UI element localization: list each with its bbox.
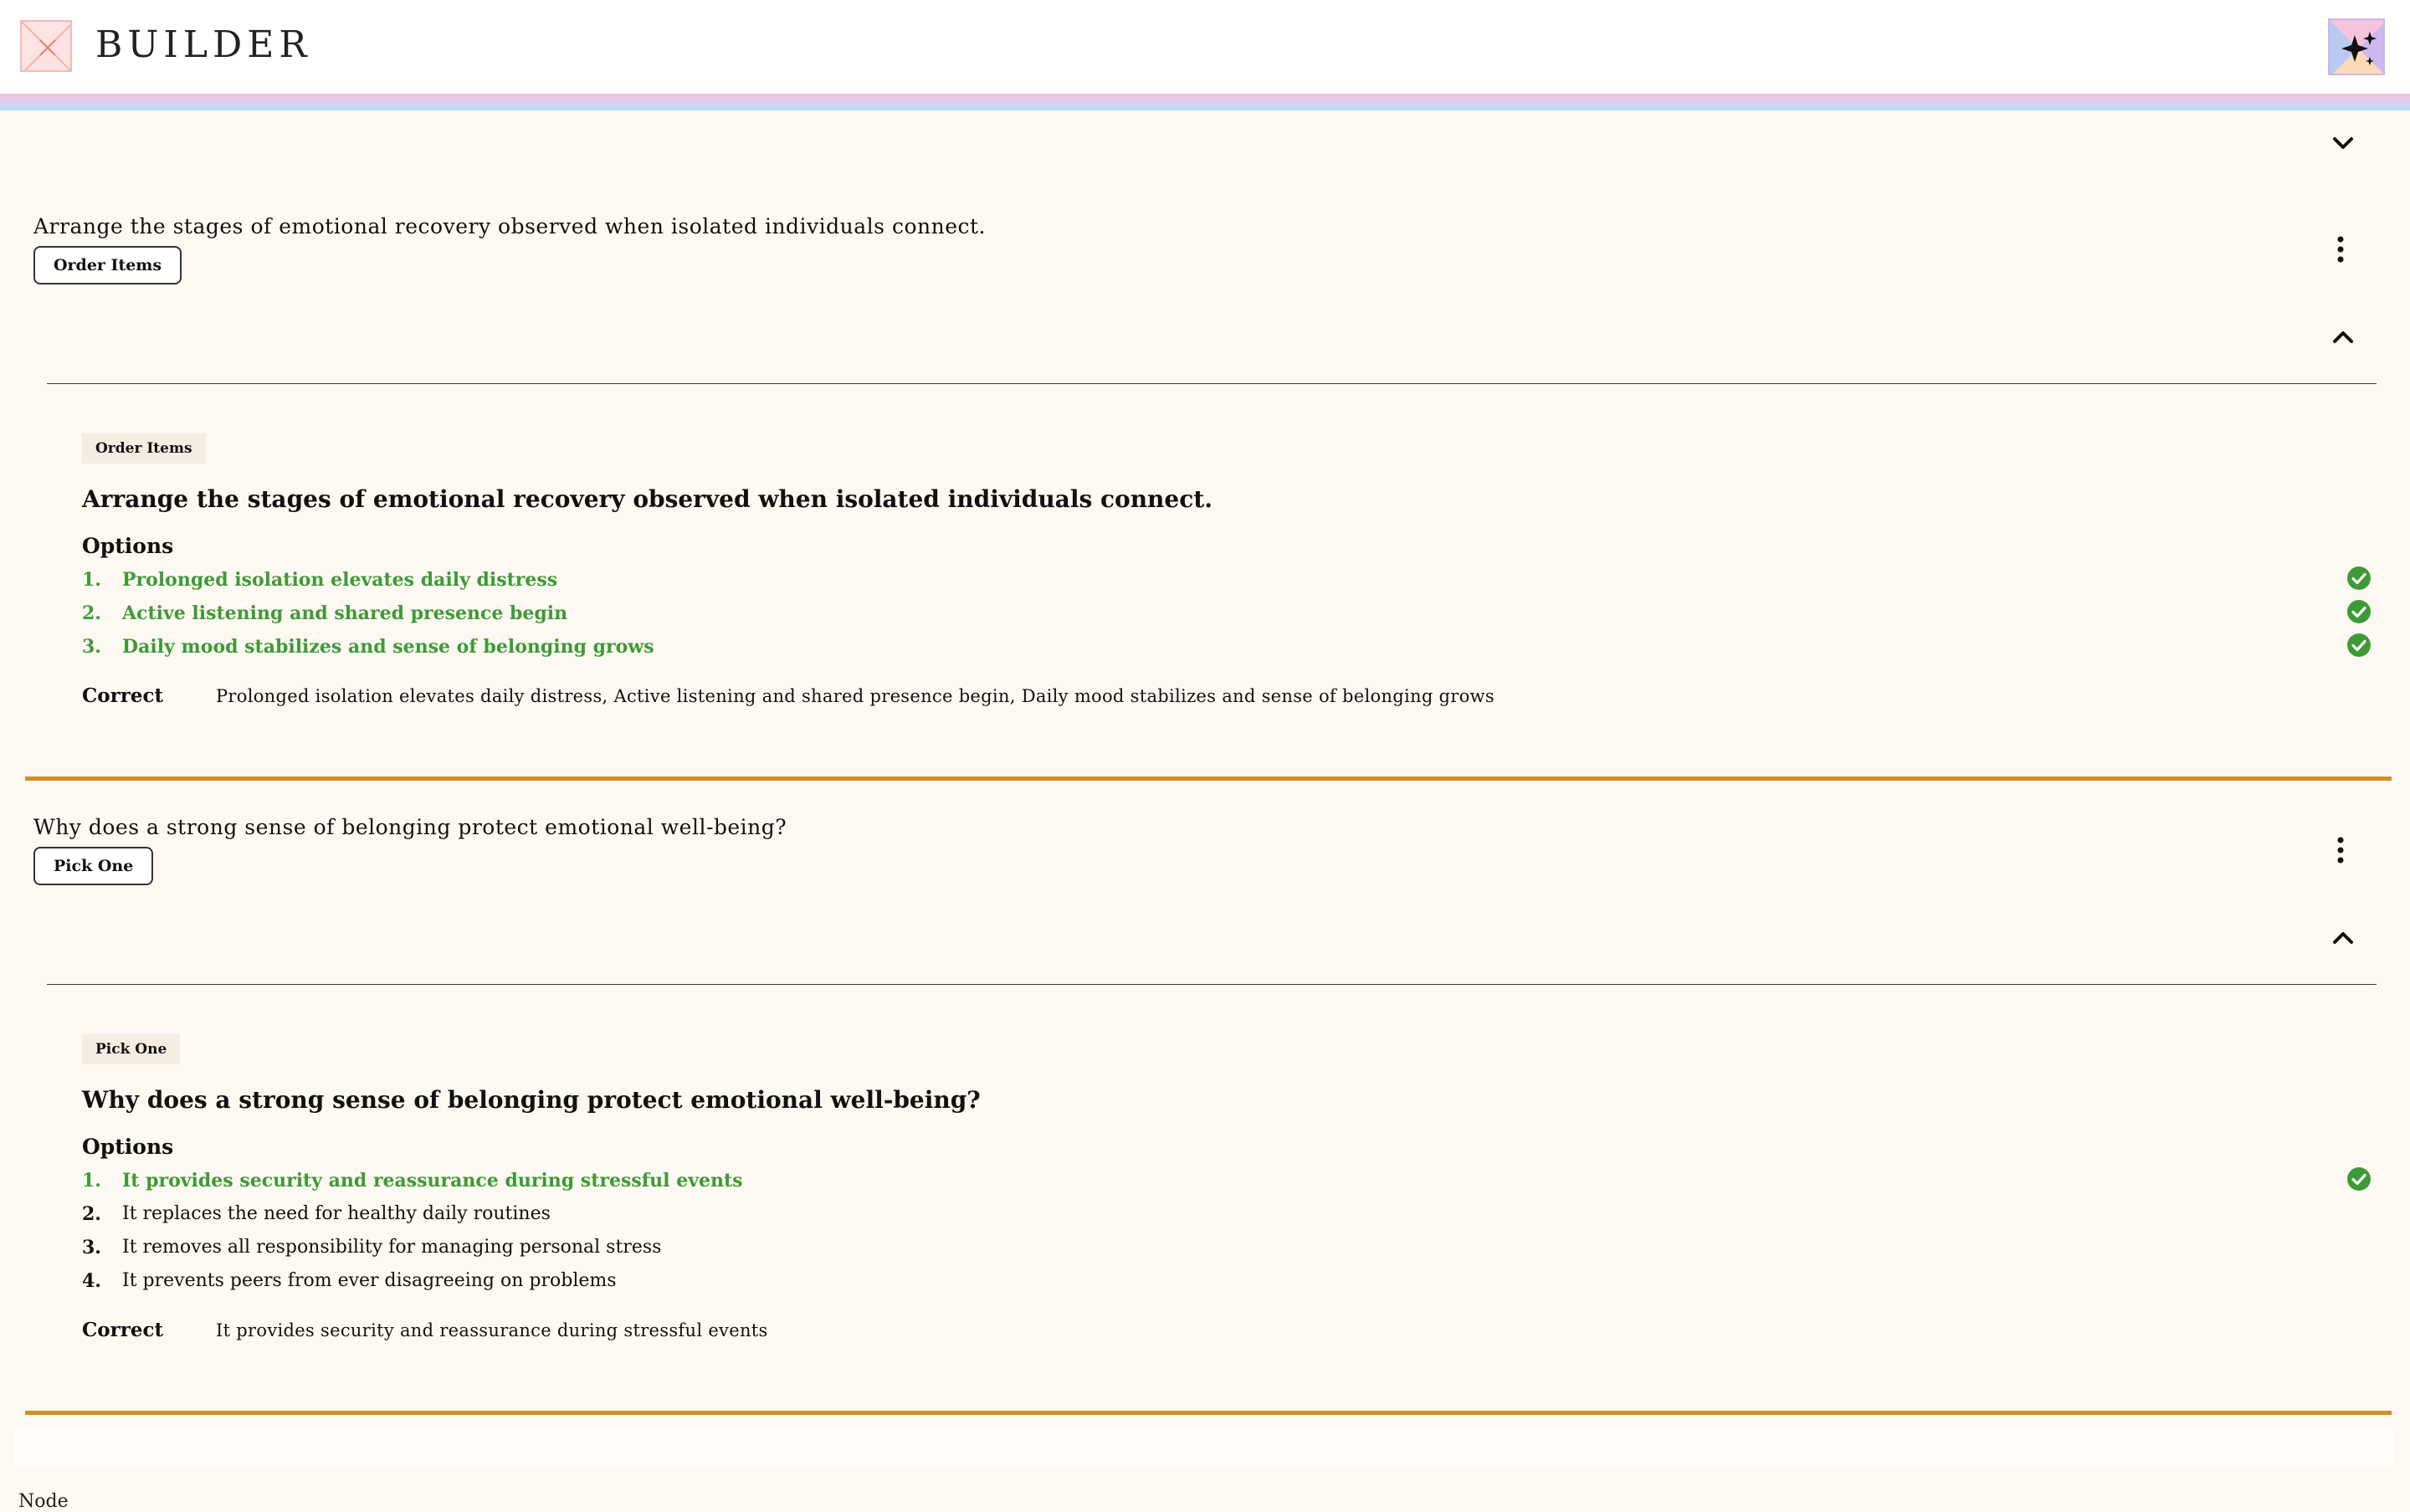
list-item: 1. Prolonged isolation elevates daily di… [82,564,2400,597]
list-item: 3. Daily mood stabilizes and sense of be… [82,631,2400,664]
question-type-chip[interactable]: Order Items [33,246,182,284]
more-options-icon[interactable] [2328,233,2353,266]
list-item: 3. It removes all responsibility for man… [82,1232,2400,1265]
check-circle-icon [2347,633,2371,657]
options-heading: Options [82,1135,174,1159]
option-text: It provides security and reassurance dur… [122,1170,743,1192]
check-circle-icon [2347,1167,2371,1191]
chevron-up-icon[interactable] [2326,920,2360,954]
footer-label: Node [18,1491,69,1512]
more-options-icon[interactable] [2328,833,2353,867]
broken-image-icon [20,20,72,72]
app-header: BUILDER [0,0,2410,94]
option-text: Daily mood stabilizes and sense of belon… [122,636,654,658]
check-circle-icon [2347,566,2371,590]
option-text: It removes all responsibility for managi… [122,1237,662,1258]
option-text: Active listening and shared presence beg… [122,602,568,624]
option-number: 3. [82,636,101,658]
stripe [0,107,2410,110]
chevron-up-icon[interactable] [2326,320,2360,353]
option-text: It replaces the need for healthy daily r… [122,1203,551,1224]
sparkles-icon[interactable] [2328,18,2385,75]
correct-answer-value: It provides security and reassurance dur… [216,1320,768,1340]
question-card: Arrange the stages of emotional recovery… [15,197,2393,781]
option-text: It prevents peers from ever disagreeing … [122,1270,617,1291]
preview-question-text: Why does a strong sense of belonging pro… [82,1086,981,1114]
divider [47,984,2377,985]
list-item: 2. It replaces the need for healthy dail… [82,1198,2400,1232]
correct-answer-value: Prolonged isolation elevates daily distr… [216,686,1495,706]
correct-label: Correct [82,684,164,707]
question-type-chip[interactable]: Pick One [33,847,154,885]
preview-type-label: Order Items [82,433,206,464]
question-prompt[interactable]: Arrange the stages of emotional recovery… [33,214,986,238]
correct-label: Correct [82,1319,164,1341]
question-prompt[interactable]: Why does a strong sense of belonging pro… [33,815,787,839]
collapsed-question-panel [15,117,2393,191]
list-item: 2. Active listening and shared presence … [82,597,2400,631]
divider [47,383,2377,384]
option-text: Prolonged isolation elevates daily distr… [122,569,558,591]
list-item: 4. It prevents peers from ever disagreei… [82,1265,2400,1299]
options-heading: Options [82,534,174,558]
option-number: 1. [82,569,101,591]
option-number: 1. [82,1170,101,1192]
option-number: 2. [82,602,101,624]
chevron-down-icon[interactable] [2326,127,2360,161]
option-number: 4. [82,1270,101,1292]
option-number: 3. [82,1237,101,1258]
list-item: 1. It provides security and reassurance … [82,1165,2400,1198]
question-separator [25,777,2392,781]
check-circle-icon [2347,600,2371,623]
question-separator [25,1411,2392,1415]
option-number: 2. [82,1203,101,1225]
brand-title: BUILDER [95,23,312,66]
preview-question-text: Arrange the stages of emotional recovery… [82,485,1213,513]
header-stripes [0,94,2410,117]
preview-type-label: Pick One [82,1034,181,1064]
add-question-area [15,1426,2393,1468]
question-card: Why does a strong sense of belonging pro… [15,798,2393,1417]
